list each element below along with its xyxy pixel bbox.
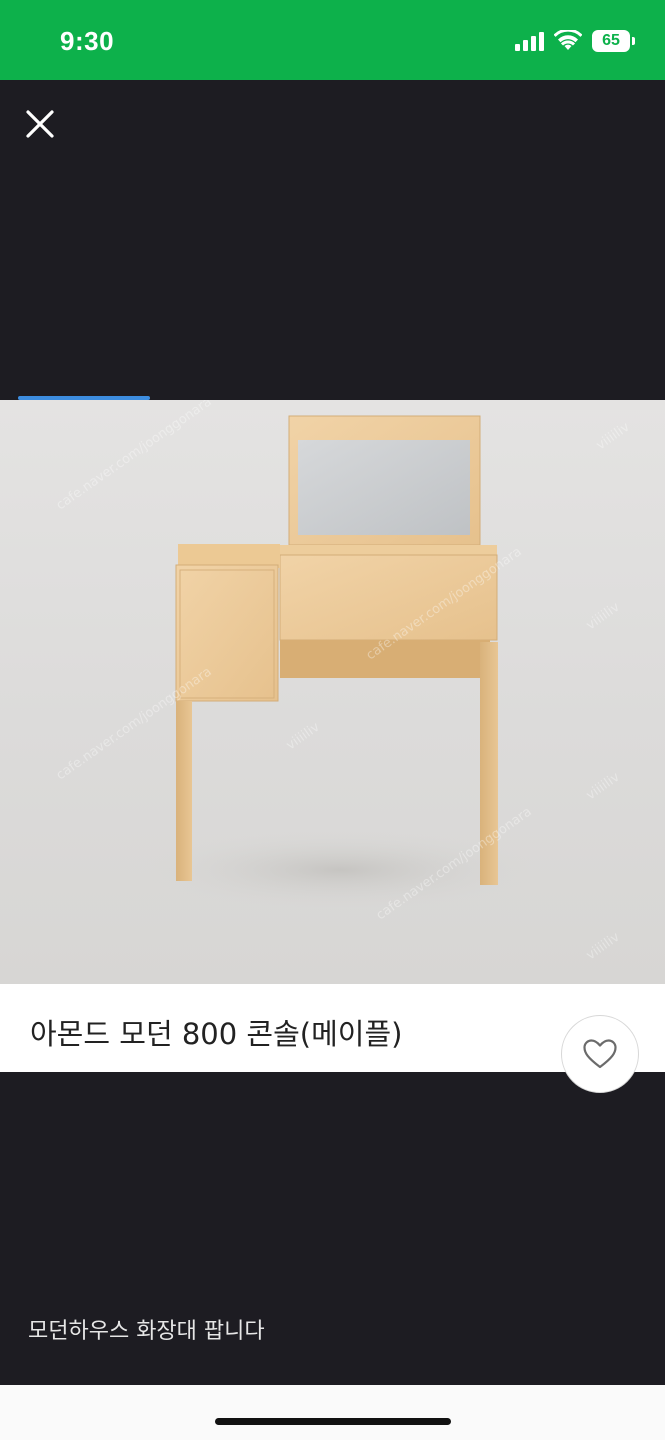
product-photo[interactable]: cafe.naver.com/joonggonara cafe.naver.co… (0, 400, 665, 984)
product-title: 아몬드 모던 800 콘솔(메이플) (30, 1017, 403, 1051)
product-description: 모던하우스 화장대 팝니다 (28, 1319, 265, 1344)
battery-level: 65 (592, 30, 630, 52)
home-indicator[interactable] (215, 1418, 451, 1425)
svg-text:cafe.naver.com/joonggonara: cafe.naver.com/joonggonara (54, 400, 215, 513)
signal-icon (515, 31, 544, 51)
svg-text:viiiiliv: viiiiliv (284, 720, 323, 754)
svg-text:viiiiliv: viiiiliv (584, 770, 623, 804)
battery-icon: 65 (592, 30, 635, 52)
like-button[interactable] (561, 1015, 639, 1093)
status-icons: 65 (515, 30, 635, 52)
status-time: 9:30 (60, 26, 115, 56)
close-icon (26, 110, 54, 138)
wifi-icon (554, 30, 582, 50)
vanity-console-image: cafe.naver.com/joonggonara cafe.naver.co… (54, 400, 633, 964)
close-button[interactable] (20, 104, 60, 144)
status-bar: 9:30 65 (0, 0, 665, 80)
svg-text:viiiiliv: viiiiliv (584, 600, 623, 634)
bottom-bar (0, 1385, 665, 1440)
svg-text:viiiiliv: viiiiliv (594, 420, 633, 454)
heart-icon (583, 1039, 617, 1069)
svg-text:viiiiliv: viiiiliv (584, 930, 623, 964)
